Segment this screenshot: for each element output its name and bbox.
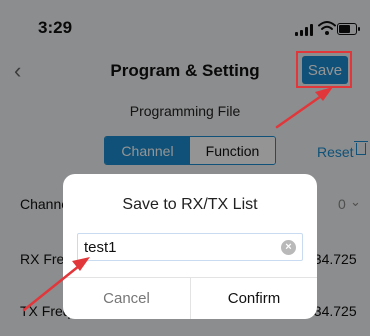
input-annotation-arrow (22, 257, 90, 312)
annotation-arrows (22, 87, 333, 312)
save-annotation-arrow (275, 87, 333, 129)
